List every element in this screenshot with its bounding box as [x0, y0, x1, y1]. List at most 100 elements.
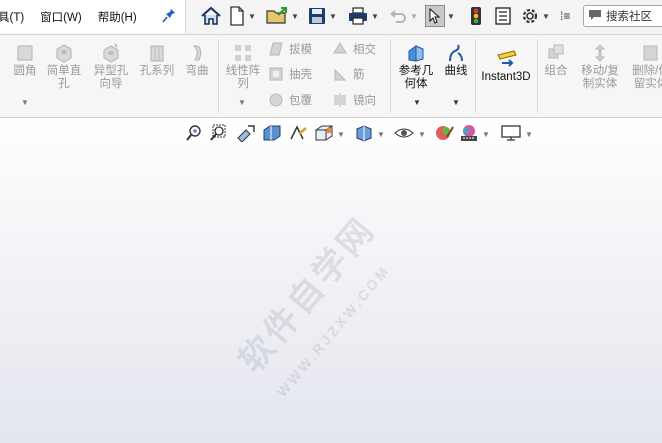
move-copy-body-button[interactable]: 移动/复制实体 [577, 43, 623, 91]
traffic-light-icon [470, 6, 482, 26]
hide-show-items-button[interactable]: ▼ [393, 124, 426, 144]
print-button[interactable]: ▼ [347, 5, 379, 27]
search-community-box[interactable]: 搜索社区 [583, 5, 662, 27]
select-button[interactable]: ▼ [425, 5, 455, 27]
chevron-down-icon[interactable]: ▼ [329, 12, 337, 21]
undo-icon [388, 6, 408, 26]
curves-icon [446, 43, 466, 63]
combine-icon [546, 43, 566, 63]
intersect-button[interactable]: 相交 [332, 41, 376, 57]
save-icon [307, 6, 327, 26]
wrap-icon [268, 92, 284, 108]
linear-pattern-button[interactable]: 线性阵列 [222, 43, 264, 91]
chevron-down-icon[interactable]: ▼ [238, 98, 246, 107]
combine-button[interactable]: 组合 [541, 43, 571, 78]
home-icon [200, 6, 222, 26]
reference-geometry-icon [406, 43, 426, 63]
hole-icon [54, 43, 74, 63]
rib-button[interactable]: 筋 [332, 66, 365, 82]
chevron-down-icon[interactable]: ▼ [447, 12, 455, 21]
file-properties-button[interactable] [494, 5, 512, 27]
view-settings-button[interactable]: ▼ [500, 124, 533, 144]
flex-button[interactable]: 弯曲 [182, 43, 212, 78]
graphics-area[interactable]: ▼ ▼ ▼ ▼ ▼ 软件自学网 WWW.RJZXW.COM [0, 118, 662, 443]
zoom-to-area-button[interactable] [209, 124, 227, 144]
new-document-button[interactable]: ▼ [228, 5, 256, 27]
display-style-icon [354, 124, 374, 145]
reference-geometry-button[interactable]: 参考几何体 [394, 43, 438, 91]
shell-button[interactable]: 抽壳 [268, 66, 312, 82]
menu-help[interactable]: 帮助(H) [93, 9, 142, 25]
options-button[interactable]: ▼ [520, 5, 550, 27]
print-icon [347, 6, 369, 26]
ribbon-separator [218, 39, 219, 113]
ribbon-separator [537, 39, 538, 113]
flex-icon [187, 43, 207, 63]
chevron-down-icon[interactable]: ▼ [21, 98, 29, 107]
overflow-icon: ⁞≡ [560, 9, 571, 23]
expand-button[interactable]: ⁞≡ [560, 5, 570, 27]
menu-window[interactable]: 窗口(W) [35, 9, 87, 25]
chevron-down-icon[interactable]: ▼ [452, 98, 460, 107]
chevron-down-icon[interactable]: ▼ [337, 130, 345, 139]
instant3d-button[interactable]: Instant3D [478, 49, 534, 84]
instant3d-icon [496, 49, 517, 69]
draft-button[interactable]: 拔模 [268, 41, 312, 57]
rib-icon [332, 66, 348, 82]
save-button[interactable]: ▼ [307, 5, 337, 27]
hole-series-button[interactable]: 孔系列 [137, 43, 177, 78]
monitor-icon [500, 124, 522, 145]
search-placeholder: 搜索社区 [606, 11, 652, 23]
move-copy-icon [590, 43, 610, 63]
ribbon-separator [475, 39, 476, 113]
draft-icon [268, 41, 284, 57]
home-button[interactable] [200, 5, 222, 27]
simple-hole-button[interactable]: 简单直孔 [44, 43, 84, 91]
hole-series-icon [147, 43, 167, 63]
zoom-to-fit-icon [185, 124, 203, 145]
pin-icon[interactable] [162, 8, 176, 24]
hole-wizard-icon [101, 43, 121, 63]
edit-appearance-button[interactable] [434, 124, 454, 144]
new-document-icon [228, 6, 246, 26]
view-orientation-button[interactable]: ▼ [314, 124, 345, 144]
linear-pattern-icon [233, 43, 253, 63]
rebuild-button[interactable] [470, 5, 482, 27]
features-ribbon: 圆角 ▼ 简单直孔 异型孔向导 孔系列 弯曲 线性阵列 ▼ 拔模 抽壳 包覆 相… [0, 35, 662, 118]
curves-button[interactable]: 曲线 [440, 43, 472, 78]
dynamic-annotation-button[interactable] [288, 124, 308, 144]
delete-body-icon [641, 43, 661, 63]
chevron-down-icon[interactable]: ▼ [542, 12, 550, 21]
chevron-down-icon[interactable]: ▼ [410, 12, 418, 21]
cursor-arrow-icon [425, 5, 445, 27]
menu-bar: 具(T) 窗口(W) 帮助(H) [0, 0, 186, 33]
chevron-down-icon[interactable]: ▼ [377, 130, 385, 139]
chevron-down-icon[interactable]: ▼ [371, 12, 379, 21]
mirror-button[interactable]: 镜向 [332, 92, 376, 108]
appearance-icon [434, 124, 454, 145]
wrap-button[interactable]: 包覆 [268, 92, 312, 108]
chevron-down-icon[interactable]: ▼ [525, 130, 533, 139]
chevron-down-icon[interactable]: ▼ [291, 12, 299, 21]
chat-bubble-icon [588, 8, 602, 24]
chevron-down-icon[interactable]: ▼ [482, 130, 490, 139]
apply-scene-button[interactable]: ▼ [459, 124, 490, 144]
intersect-icon [332, 41, 348, 57]
chevron-down-icon[interactable]: ▼ [418, 130, 426, 139]
section-view-button[interactable] [262, 124, 282, 144]
delete-keep-body-button[interactable]: 删除/保留实体 [628, 43, 662, 91]
chevron-down-icon[interactable]: ▼ [248, 12, 256, 21]
open-button[interactable]: ▼ [265, 5, 299, 27]
previous-view-button[interactable] [236, 124, 256, 144]
shell-icon [268, 66, 284, 82]
ribbon-separator [390, 39, 391, 113]
zoom-to-fit-button[interactable] [185, 124, 203, 144]
chevron-down-icon[interactable]: ▼ [413, 98, 421, 107]
hole-wizard-button[interactable]: 异型孔向导 [90, 43, 132, 91]
menu-tools[interactable]: 具(T) [0, 9, 29, 25]
display-style-button[interactable]: ▼ [354, 124, 385, 144]
undo-button[interactable]: ▼ [388, 5, 418, 27]
scene-icon [459, 124, 479, 145]
fillet-icon [15, 43, 35, 63]
fillet-button[interactable]: 圆角 [8, 43, 42, 78]
